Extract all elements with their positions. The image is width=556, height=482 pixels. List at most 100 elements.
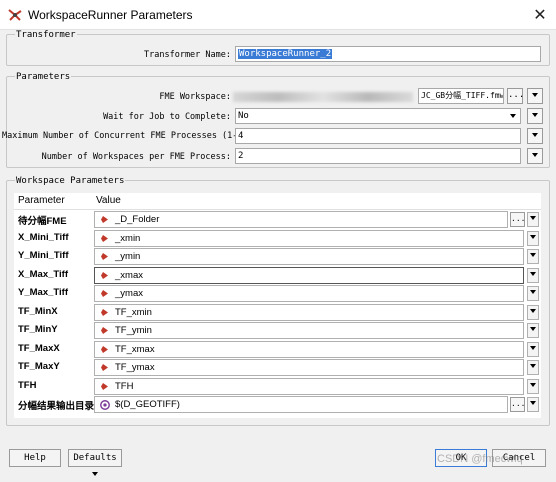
row-value: TFH [115, 380, 134, 392]
wait-select[interactable]: No [235, 108, 521, 124]
workspace-parameters-group-title: Workspace Parameters [15, 176, 126, 186]
attribute-icon [101, 271, 108, 279]
row-name: TF_MinX [18, 305, 58, 317]
row-menu-button[interactable] [527, 341, 539, 357]
transformer-name-value: WorkspaceRunner_2 [238, 49, 333, 59]
transformer-name-label: Transformer Name: [144, 50, 231, 60]
table-row: 待分幅FME _D_Folder ... [14, 210, 541, 228]
fme-workspace-value: JC_GB分幅_TIFF.fmw [421, 91, 504, 100]
row-value-field[interactable]: _ymin [94, 248, 524, 265]
attribute-icon [101, 216, 108, 223]
workspaces-per-process-label: Number of Workspaces per FME Process: [41, 152, 231, 162]
fme-logo-icon [8, 8, 22, 21]
defaults-label: Defaults [73, 453, 117, 463]
column-header-parameter: Parameter [18, 195, 65, 206]
chevron-down-icon [530, 271, 536, 276]
row-value: _ymin [115, 251, 141, 262]
max-processes-value: 4 [238, 131, 244, 141]
table-row: TFH TFH [14, 377, 541, 395]
row-value: _D_Folder [115, 214, 160, 225]
row-value-field[interactable]: _ymax [94, 285, 524, 302]
workspaces-per-process-menu-button[interactable] [527, 148, 543, 164]
row-value: $(D_GEOTIFF) [115, 399, 180, 410]
row-name: TF_MaxX [18, 342, 60, 354]
attribute-icon [101, 253, 108, 260]
row-browse-button[interactable]: ... [510, 212, 525, 227]
row-menu-button[interactable] [527, 286, 539, 301]
wait-value: No [238, 111, 249, 121]
row-value: _ymax [115, 288, 143, 299]
row-value-field[interactable]: _xmax [94, 266, 524, 284]
wait-menu-button[interactable] [527, 108, 543, 124]
row-name: TF_MinY [18, 324, 58, 335]
attribute-icon [101, 345, 108, 353]
workspaces-per-process-value: 2 [238, 151, 244, 161]
fme-workspace-input[interactable]: JC_GB分幅_TIFF.fmw [418, 88, 504, 104]
attribute-icon [101, 327, 108, 334]
transformer-group-title: Transformer [15, 30, 77, 40]
row-value: _xmin [115, 232, 141, 244]
row-value-field[interactable]: TFH [94, 377, 524, 395]
close-icon[interactable]: ✕ [530, 5, 550, 25]
row-name: TF_MaxY [18, 361, 60, 372]
attribute-icon [101, 234, 108, 242]
row-menu-button[interactable] [527, 230, 539, 246]
table-row: X_Max_Tiff _xmax [14, 266, 541, 284]
chevron-down-icon [530, 401, 536, 405]
row-value: TF_ymax [115, 362, 155, 373]
chevron-down-icon [532, 92, 538, 97]
row-menu-button[interactable] [527, 360, 539, 375]
attribute-icon [101, 382, 108, 390]
table-header: Parameter Value [14, 193, 541, 210]
row-value-field[interactable]: TF_ymax [94, 359, 524, 376]
row-browse-button[interactable]: ... [510, 397, 525, 412]
chevron-down-icon [530, 364, 536, 368]
table-row: TF_MinY TF_ymin [14, 321, 541, 339]
row-value-field[interactable]: TF_xmin [94, 303, 524, 321]
title-bar: WorkspaceRunner Parameters ✕ [0, 0, 556, 30]
table-row: X_Mini_Tiff _xmin [14, 229, 541, 247]
row-menu-button[interactable] [527, 323, 539, 338]
column-header-value: Value [96, 195, 121, 206]
row-value-field[interactable]: _D_Folder [94, 211, 508, 228]
workspace-menu-button[interactable] [527, 88, 543, 104]
window-title: WorkspaceRunner Parameters [28, 7, 193, 22]
max-processes-label: Maximum Number of Concurrent FME Process… [2, 131, 253, 141]
watermark: CSDN @fmecwlq [437, 453, 523, 465]
attribute-icon [101, 364, 108, 371]
chevron-down-icon [530, 290, 536, 294]
row-menu-button[interactable] [527, 249, 539, 264]
defaults-button[interactable]: Defaults [68, 449, 122, 476]
chevron-down-icon [530, 253, 536, 257]
row-menu-button[interactable] [527, 267, 539, 283]
row-value-field[interactable]: TF_ymin [94, 322, 524, 339]
transformer-name-input[interactable]: WorkspaceRunner_2 [235, 46, 541, 62]
table-row: TF_MaxX TF_xmax [14, 340, 541, 358]
row-value-field[interactable]: $(D_GEOTIFF) [94, 396, 508, 413]
wait-label: Wait for Job to Complete: [103, 112, 231, 122]
attribute-icon [101, 290, 108, 297]
workspaces-per-process-input[interactable]: 2 [235, 148, 521, 164]
browse-workspace-button[interactable]: ... [507, 88, 524, 104]
row-name: X_Mini_Tiff [18, 231, 69, 243]
row-menu-button[interactable] [527, 212, 539, 227]
help-button[interactable]: Help [9, 449, 61, 467]
max-processes-menu-button[interactable] [527, 128, 543, 144]
max-processes-input[interactable]: 4 [235, 128, 521, 144]
chevron-down-icon [532, 112, 538, 117]
row-name: 分幅结果输出目录 [18, 401, 95, 412]
row-menu-button[interactable] [527, 304, 539, 320]
row-value: TF_xmin [115, 306, 152, 318]
chevron-down-icon [532, 132, 538, 137]
chevron-down-icon [532, 152, 538, 157]
chevron-down-icon [530, 327, 536, 331]
row-name: 待分幅FME [18, 216, 67, 227]
row-menu-button[interactable] [527, 378, 539, 394]
row-value-field[interactable]: TF_xmax [94, 340, 524, 358]
parameters-table: 待分幅FME _D_Folder ... X_Mini_Tiff _xmin Y… [14, 210, 541, 418]
table-row: Y_Max_Tiff _ymax [14, 284, 541, 302]
row-value: _xmax [115, 269, 143, 281]
row-value-field[interactable]: _xmin [94, 229, 524, 247]
table-row: TF_MaxY TF_ymax [14, 358, 541, 376]
row-menu-button[interactable] [527, 397, 539, 412]
